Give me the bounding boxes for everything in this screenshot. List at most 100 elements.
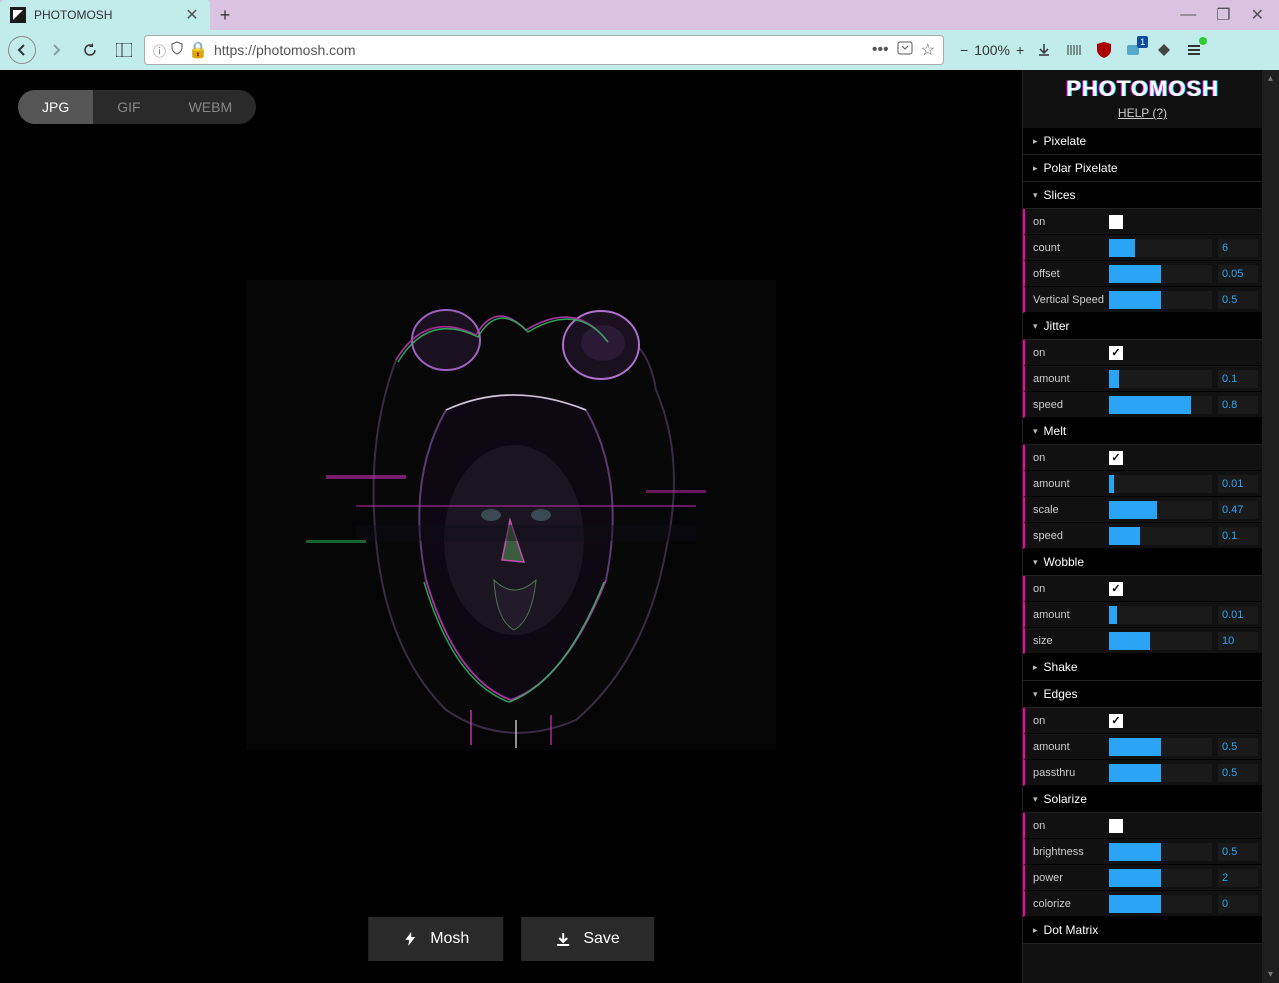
save-button[interactable]: Save xyxy=(521,917,653,961)
effect-pixelate[interactable]: ▸Pixelate xyxy=(1023,128,1262,155)
mosh-button[interactable]: Mosh xyxy=(368,917,503,961)
jitter-speed-slider[interactable] xyxy=(1109,396,1212,414)
download-icon[interactable] xyxy=(1034,40,1054,60)
preview-canvas[interactable] xyxy=(246,280,776,750)
slices-vspeed-value[interactable]: 0.5 xyxy=(1218,291,1258,309)
effect-shake[interactable]: ▸Shake xyxy=(1023,654,1262,681)
solarize-brightness-slider[interactable] xyxy=(1109,843,1212,861)
slices-vspeed-slider[interactable] xyxy=(1109,291,1212,309)
notifications-icon[interactable]: 1 xyxy=(1124,40,1144,60)
solarize-colorize-value[interactable]: 0 xyxy=(1218,895,1258,913)
chevron-right-icon: ▸ xyxy=(1033,662,1038,673)
help-link[interactable]: HELP (?) xyxy=(1023,106,1262,128)
wobble-size-value[interactable]: 10 xyxy=(1218,632,1258,650)
melt-scale-slider[interactable] xyxy=(1109,501,1212,519)
more-icon[interactable]: ••• xyxy=(872,41,889,59)
tab-close-icon[interactable]: ✕ xyxy=(184,7,200,23)
melt-scale-value[interactable]: 0.47 xyxy=(1218,501,1258,519)
solarize-power-slider[interactable] xyxy=(1109,869,1212,887)
wobble-amount-value[interactable]: 0.01 xyxy=(1218,606,1258,624)
chevron-down-icon: ▾ xyxy=(1033,426,1038,437)
close-window-icon[interactable]: ✕ xyxy=(1251,5,1264,25)
format-tab-gif[interactable]: GIF xyxy=(93,90,164,124)
melt-amount-slider[interactable] xyxy=(1109,475,1212,493)
effect-jitter[interactable]: ▾Jitter xyxy=(1023,313,1262,340)
effect-dot-matrix[interactable]: ▸Dot Matrix xyxy=(1023,917,1262,944)
melt-speed-row: speed0.1 xyxy=(1023,523,1262,549)
solarize-brightness-value[interactable]: 0.5 xyxy=(1218,843,1258,861)
jitter-on-checkbox[interactable] xyxy=(1109,346,1123,360)
extension-icon[interactable] xyxy=(1154,40,1174,60)
logo-text: PHOTOMOSH xyxy=(1023,76,1262,102)
solarize-colorize-slider[interactable] xyxy=(1109,895,1212,913)
melt-amount-value[interactable]: 0.01 xyxy=(1218,475,1258,493)
scroll-down-icon[interactable]: ▾ xyxy=(1262,966,1279,983)
slices-offset-row: offset0.05 xyxy=(1023,261,1262,287)
tab-title: PHOTOMOSH xyxy=(34,8,184,22)
slices-count-value[interactable]: 6 xyxy=(1218,239,1258,257)
zoom-in-button[interactable]: + xyxy=(1016,42,1024,58)
chevron-down-icon: ▾ xyxy=(1033,557,1038,568)
slices-offset-value[interactable]: 0.05 xyxy=(1218,265,1258,283)
effect-edges[interactable]: ▾Edges xyxy=(1023,681,1262,708)
main-canvas-area: JPG GIF WEBM xyxy=(0,70,1022,983)
edges-on-checkbox[interactable] xyxy=(1109,714,1123,728)
app-body: JPG GIF WEBM xyxy=(0,70,1279,983)
effect-solarize[interactable]: ▾Solarize xyxy=(1023,786,1262,813)
jitter-amount-slider[interactable] xyxy=(1109,370,1212,388)
ublock-icon[interactable] xyxy=(1094,40,1114,60)
melt-speed-value[interactable]: 0.1 xyxy=(1218,527,1258,545)
effect-slices[interactable]: ▾Slices xyxy=(1023,182,1262,209)
new-tab-button[interactable]: + xyxy=(210,0,240,30)
jitter-speed-value[interactable]: 0.8 xyxy=(1218,396,1258,414)
scroll-up-icon[interactable]: ▴ xyxy=(1262,70,1279,87)
reload-button[interactable] xyxy=(76,36,104,64)
zoom-out-button[interactable]: − xyxy=(960,42,968,58)
maximize-icon[interactable]: ❐ xyxy=(1216,5,1230,25)
extension-grid-icon[interactable] xyxy=(1064,40,1084,60)
lock-icon[interactable]: 🔒 xyxy=(188,40,208,60)
url-bar[interactable]: ⓘ 🔒 https://photomosh.com ••• ☆ xyxy=(144,35,944,65)
reader-icon[interactable] xyxy=(897,41,913,60)
info-icon[interactable]: ⓘ xyxy=(153,41,166,60)
wobble-size-slider[interactable] xyxy=(1109,632,1212,650)
browser-tab[interactable]: PHOTOMOSH ✕ xyxy=(0,0,210,30)
edges-amount-value[interactable]: 0.5 xyxy=(1218,738,1258,756)
zoom-level: 100% xyxy=(974,42,1010,58)
effect-polar-pixelate[interactable]: ▸Polar Pixelate xyxy=(1023,155,1262,182)
chevron-down-icon: ▾ xyxy=(1033,689,1038,700)
edges-amount-slider[interactable] xyxy=(1109,738,1212,756)
download-icon xyxy=(555,931,571,947)
solarize-on-row: on xyxy=(1023,813,1262,839)
minimize-icon[interactable]: — xyxy=(1180,6,1196,24)
solarize-colorize-row: colorize0 xyxy=(1023,891,1262,917)
effect-melt[interactable]: ▾Melt xyxy=(1023,418,1262,445)
melt-on-checkbox[interactable] xyxy=(1109,451,1123,465)
slices-offset-slider[interactable] xyxy=(1109,265,1212,283)
vertical-scrollbar[interactable]: ▴ ▾ xyxy=(1262,70,1279,983)
favicon-icon xyxy=(10,7,26,23)
wobble-amount-slider[interactable] xyxy=(1109,606,1212,624)
edges-passthru-value[interactable]: 0.5 xyxy=(1218,764,1258,782)
slices-on-checkbox[interactable] xyxy=(1109,215,1123,229)
forward-button[interactable] xyxy=(42,36,70,64)
edges-on-row: on xyxy=(1023,708,1262,734)
format-tab-webm[interactable]: WEBM xyxy=(165,90,257,124)
solarize-on-checkbox[interactable] xyxy=(1109,819,1123,833)
back-button[interactable] xyxy=(8,36,36,64)
sidebar-toggle-icon[interactable] xyxy=(110,36,138,64)
solarize-power-value[interactable]: 2 xyxy=(1218,869,1258,887)
bookmark-star-icon[interactable]: ☆ xyxy=(921,40,935,60)
menu-icon[interactable] xyxy=(1184,40,1204,60)
wobble-on-checkbox[interactable] xyxy=(1109,582,1123,596)
effect-wobble[interactable]: ▾Wobble xyxy=(1023,549,1262,576)
chevron-right-icon: ▸ xyxy=(1033,925,1038,936)
format-tab-jpg[interactable]: JPG xyxy=(18,90,93,124)
jitter-amount-value[interactable]: 0.1 xyxy=(1218,370,1258,388)
slices-count-slider[interactable] xyxy=(1109,239,1212,257)
tab-bar: PHOTOMOSH ✕ + — ❐ ✕ xyxy=(0,0,1279,30)
shield-icon[interactable] xyxy=(170,41,184,60)
melt-speed-slider[interactable] xyxy=(1109,527,1212,545)
edges-passthru-slider[interactable] xyxy=(1109,764,1212,782)
notification-badge: 1 xyxy=(1137,36,1148,48)
